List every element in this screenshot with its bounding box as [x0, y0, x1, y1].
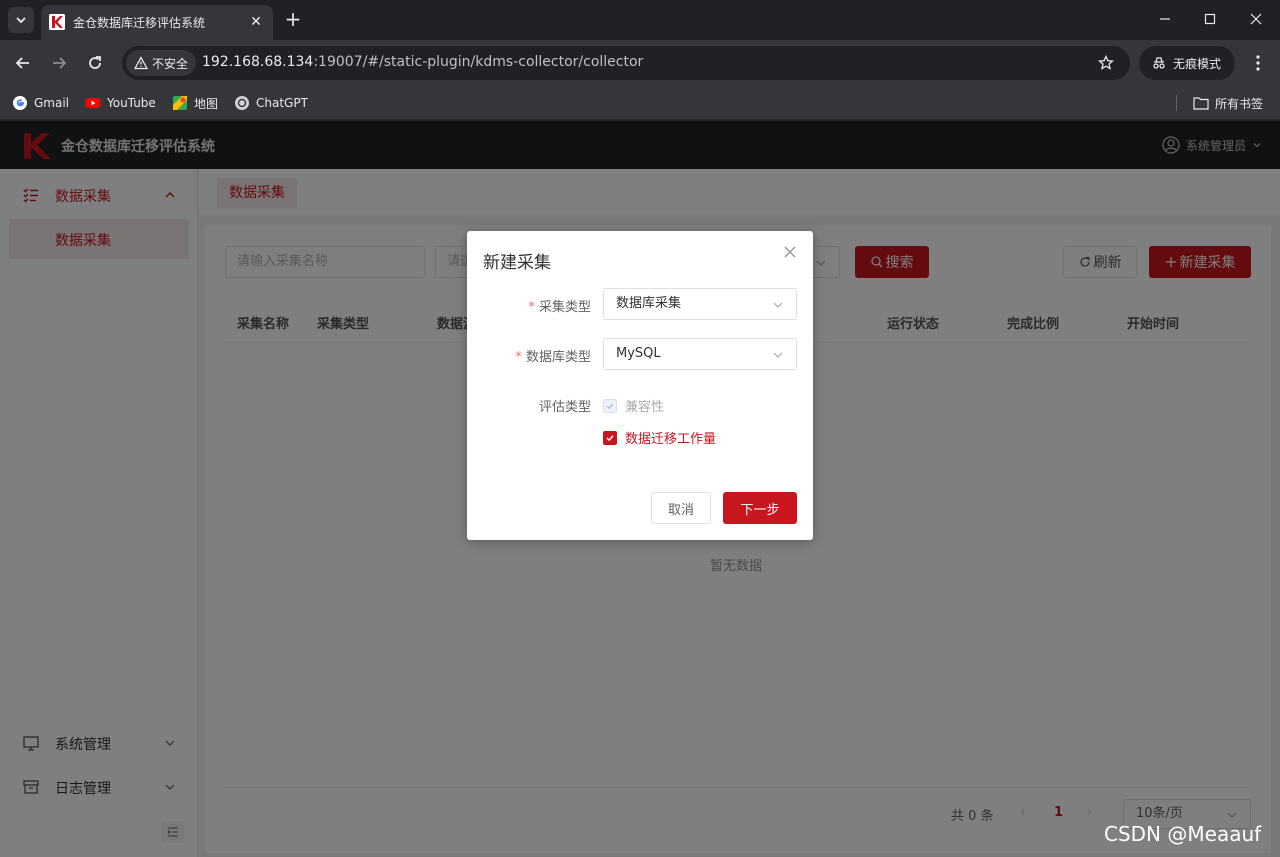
checkbox-workload[interactable]: 数据迁移工作量: [603, 428, 716, 447]
checkbox-disabled-checked: [603, 398, 617, 413]
collect-type-select[interactable]: 数据库采集: [603, 288, 797, 320]
new-tab-button[interactable]: +: [282, 8, 304, 30]
eval-type-label: 评估类型: [538, 400, 591, 415]
close-window-button[interactable]: [1245, 8, 1267, 30]
all-bookmarks[interactable]: 所有书签: [1193, 93, 1263, 113]
collect-type-value: 数据库采集: [616, 296, 682, 311]
checkbox-compat[interactable]: 兼容性: [603, 396, 664, 415]
db-type-value: MySQL: [616, 346, 661, 361]
dialog-title: 新建采集: [483, 253, 551, 273]
folder-icon: [1193, 97, 1209, 110]
chevron-down-icon: [16, 17, 26, 24]
chatgpt-icon: [235, 96, 249, 110]
url-path: :19007/#/static-plugin/kdms-collector/co…: [313, 54, 644, 70]
bookmark-label: YouTube: [107, 96, 156, 110]
youtube-icon: [85, 98, 101, 108]
address-bar[interactable]: 不安全 192.168.68.134:19007/#/static-plugin…: [122, 46, 1130, 80]
kingbase-favicon-icon: [49, 14, 65, 30]
arrow-left-icon: [15, 57, 29, 69]
security-label: 不安全: [152, 56, 189, 71]
maximize-icon: [1204, 13, 1216, 25]
bookmark-youtube[interactable]: YouTube: [85, 93, 156, 113]
incognito-icon: [1153, 57, 1165, 69]
browser-toolbar: 不安全 192.168.68.134:19007/#/static-plugin…: [0, 40, 1280, 86]
back-button[interactable]: [11, 51, 35, 75]
maximize-button[interactable]: [1199, 8, 1221, 30]
browser-tabbar: 金仓数据库迁移评估系统 ✕ +: [0, 0, 1280, 40]
checkbox-checked: [603, 430, 617, 445]
checkbox-label: 数据迁移工作量: [625, 432, 717, 447]
google-icon: [13, 96, 27, 110]
collect-type-label: * 采集类型: [528, 300, 591, 315]
url-text: 192.168.68.134:19007/#/static-plugin/kdm…: [202, 54, 643, 70]
maps-icon: [173, 96, 187, 110]
reload-button[interactable]: [83, 51, 107, 75]
reload-icon: [89, 56, 101, 69]
all-bookmarks-label: 所有书签: [1215, 96, 1264, 111]
bookmark-star-icon[interactable]: [1096, 53, 1116, 73]
bookmark-maps[interactable]: 地图: [172, 93, 218, 113]
next-step-button[interactable]: 下一步: [723, 492, 797, 524]
close-icon[interactable]: [783, 245, 797, 259]
warning-icon: [134, 56, 148, 70]
cancel-button[interactable]: 取消: [651, 492, 711, 524]
tab-search-button[interactable]: [8, 7, 34, 33]
browser-menu-button[interactable]: [1248, 52, 1268, 74]
check-icon: [606, 402, 614, 409]
browser-tab-active[interactable]: 金仓数据库迁移评估系统 ✕: [41, 5, 273, 40]
csdn-watermark: CSDN @Meaauf: [1104, 822, 1262, 846]
more-vert-icon: [1256, 55, 1260, 71]
incognito-chip[interactable]: 无痕模式: [1139, 46, 1235, 80]
new-collect-dialog: 新建采集 * 采集类型 数据库采集 * 数据库类型 MySQL 评估类型 兼容性 数…: [467, 231, 813, 540]
bookmark-separator: [1176, 95, 1177, 111]
db-type-label: * 数据库类型: [515, 350, 591, 365]
chevron-down-icon: [773, 352, 783, 358]
bookmark-label: 地图: [194, 96, 219, 111]
checkbox-label: 兼容性: [625, 400, 665, 415]
minimize-icon: [1160, 18, 1170, 20]
chevron-down-icon: [773, 302, 783, 308]
forward-button[interactable]: [47, 51, 71, 75]
incognito-label: 无痕模式: [1173, 56, 1222, 71]
tab-close-icon[interactable]: ✕: [247, 13, 265, 31]
url-host: 192.168.68.134: [202, 54, 314, 70]
arrow-right-icon: [53, 57, 67, 69]
security-chip[interactable]: 不安全: [126, 50, 197, 76]
db-type-select[interactable]: MySQL: [603, 338, 797, 370]
bookmark-chatgpt[interactable]: ChatGPT: [234, 93, 308, 113]
bookmark-label: ChatGPT: [256, 96, 308, 110]
bookmark-label: Gmail: [34, 96, 70, 110]
minimize-button[interactable]: [1154, 8, 1176, 30]
check-icon: [606, 434, 614, 441]
close-icon: [1250, 13, 1262, 25]
bookmarks-bar: Gmail YouTube 地图 ChatGPT 所有书签: [0, 86, 1280, 120]
bookmark-gmail[interactable]: Gmail: [12, 93, 69, 113]
tab-title: 金仓数据库迁移评估系统: [73, 16, 206, 30]
